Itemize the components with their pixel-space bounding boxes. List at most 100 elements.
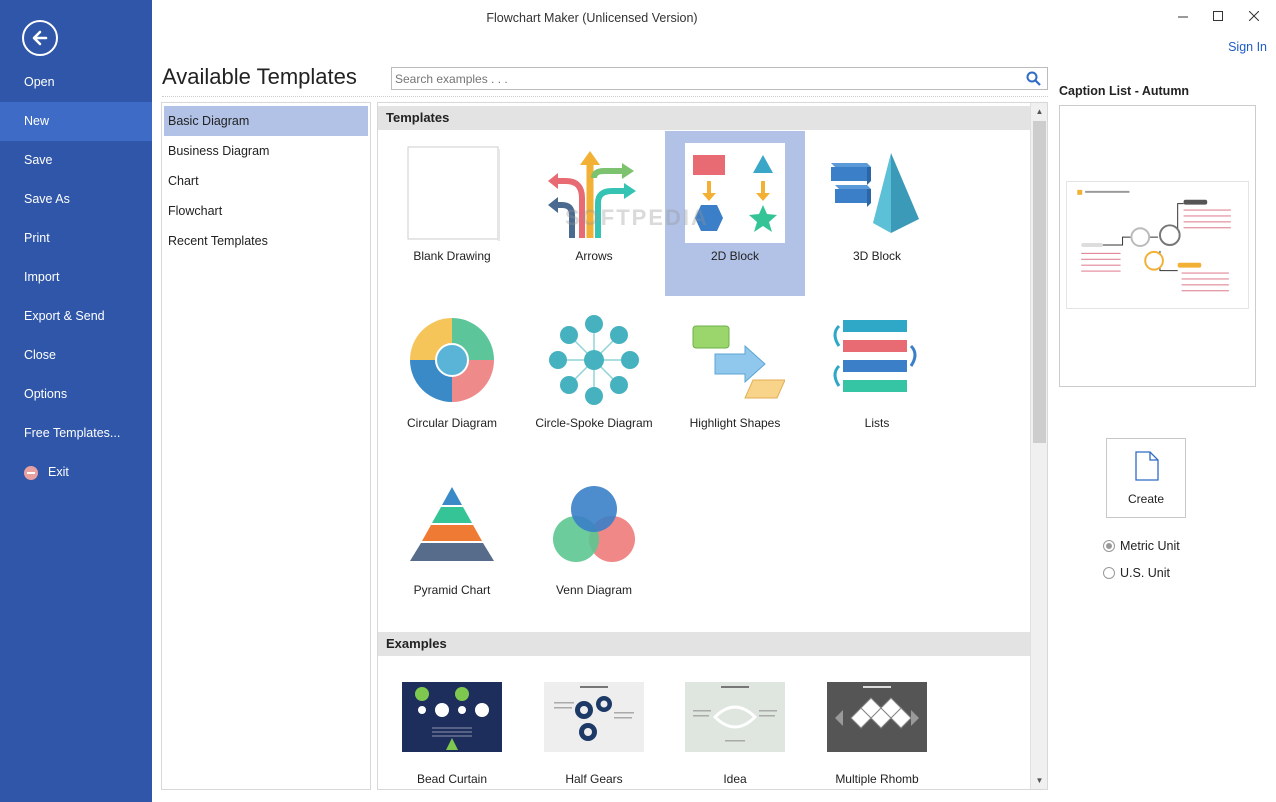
close-icon (1248, 10, 1260, 22)
3d-block-thumbnail (831, 153, 919, 233)
template-label: 3D Block (852, 249, 902, 263)
example-multiple-rhomb[interactable]: Multiple Rhomb (807, 682, 947, 789)
minimize-icon (1178, 16, 1188, 18)
menu-save-label: Save (24, 153, 53, 167)
idea-thumbnail (685, 682, 785, 752)
circular-diagram-thumbnail (410, 318, 494, 402)
blank-drawing-thumbnail (407, 146, 500, 241)
example-idea[interactable]: Idea (665, 682, 805, 789)
menu-close-label: Close (24, 348, 56, 362)
scroll-down-arrow-icon[interactable]: ▼ (1031, 772, 1047, 789)
template-label: Arrows (575, 249, 613, 263)
template-3d-block[interactable]: 3D Block (807, 131, 947, 296)
menu-new-label: New (24, 114, 50, 128)
category-recent-templates[interactable]: Recent Templates (164, 226, 368, 256)
template-label: Circular Diagram (406, 416, 498, 430)
menu-free-templates-label: Free Templates... (24, 426, 121, 440)
menu-import[interactable]: Import (0, 258, 152, 297)
template-venn-diagram[interactable]: Venn Diagram (524, 465, 664, 630)
metric-unit-label: Metric Unit (1120, 539, 1180, 553)
category-flowchart[interactable]: Flowchart (164, 196, 368, 226)
back-button[interactable] (22, 20, 58, 56)
template-label: Highlight Shapes (689, 416, 781, 430)
menu-exit-label: Exit (48, 465, 69, 479)
template-label: Circle-Spoke Diagram (535, 416, 653, 430)
example-label: Idea (723, 772, 747, 786)
menu-save-as-label: Save As (24, 192, 70, 206)
search-input[interactable] (392, 68, 1012, 89)
menu-save-as[interactable]: Save As (0, 180, 152, 219)
template-circular-diagram[interactable]: Circular Diagram (382, 298, 522, 463)
menu-options-label: Options (24, 387, 68, 401)
menu-export-send-label: Export & Send (24, 309, 105, 323)
radio-button[interactable] (1103, 540, 1115, 552)
menu-open-label: Open (24, 75, 55, 89)
template-pyramid-chart[interactable]: Pyramid Chart (382, 465, 522, 630)
templates-panel: Templates Blank Drawing Arrows 2D Block (377, 102, 1048, 790)
template-label: 2D Block (710, 249, 760, 263)
metric-unit-option[interactable]: Metric Unit (1103, 539, 1180, 553)
template-label: Blank Drawing (413, 249, 491, 263)
sign-in-link[interactable]: Sign In (1228, 40, 1267, 54)
menu-close[interactable]: Close (0, 336, 152, 375)
backstage-menu: Open New Save Save As Print Import Expor… (0, 63, 152, 492)
examples-section-header: Examples (378, 632, 1030, 656)
highlight-shapes-thumbnail (692, 325, 785, 399)
multiple-rhomb-thumbnail (827, 682, 927, 752)
back-arrow-icon (32, 30, 48, 46)
minimize-button[interactable] (1173, 6, 1193, 26)
maximize-icon (1213, 11, 1223, 21)
bead-curtain-thumbnail (402, 682, 502, 752)
backstage-sidebar: Open New Save Save As Print Import Expor… (0, 0, 152, 802)
radio-button[interactable] (1103, 567, 1115, 579)
menu-export-send[interactable]: Export & Send (0, 297, 152, 336)
template-lists[interactable]: Lists (807, 298, 947, 463)
window-title: Flowchart Maker (Unlicensed Version) (486, 11, 698, 25)
new-document-icon (1135, 451, 1159, 481)
template-blank-drawing[interactable]: Blank Drawing (382, 131, 522, 296)
maximize-button[interactable] (1208, 6, 1228, 26)
template-highlight-shapes[interactable]: Highlight Shapes (665, 298, 805, 463)
preview-title: Caption List - Autumn (1059, 84, 1190, 98)
templates-scrollbar[interactable]: ▲ ▼ (1030, 103, 1047, 789)
circle-spoke-thumbnail (549, 315, 639, 405)
create-button[interactable]: Create (1106, 438, 1186, 518)
example-label: Half Gears (565, 772, 623, 786)
exit-icon (24, 465, 38, 480)
half-gears-thumbnail (544, 682, 644, 752)
title-bar: Flowchart Maker (Unlicensed Version) (152, 0, 1276, 36)
template-circle-spoke-diagram[interactable]: Circle-Spoke Diagram (524, 298, 664, 463)
menu-print-label: Print (24, 231, 50, 245)
menu-import-label: Import (24, 270, 60, 284)
example-half-gears[interactable]: Half Gears (524, 682, 664, 789)
us-unit-label: U.S. Unit (1120, 566, 1171, 580)
example-label: Bead Curtain (416, 772, 488, 786)
menu-new[interactable]: New (0, 102, 152, 141)
scroll-up-arrow-icon[interactable]: ▲ (1031, 103, 1047, 120)
example-label: Multiple Rhomb (835, 772, 919, 786)
template-label: Venn Diagram (555, 583, 633, 597)
watermark: SOFTPEDIA (565, 205, 709, 230)
preview-image (1066, 181, 1249, 309)
category-basic-diagram[interactable]: Basic Diagram (164, 106, 368, 136)
menu-options[interactable]: Options (0, 375, 152, 414)
template-preview (1059, 105, 1256, 387)
menu-save[interactable]: Save (0, 141, 152, 180)
lists-thumbnail (833, 320, 917, 392)
menu-exit[interactable]: Exit (0, 453, 152, 492)
category-list: Basic Diagram Business Diagram Chart Flo… (161, 102, 371, 790)
separator (162, 96, 1048, 97)
template-label: Lists (864, 416, 890, 430)
page-title: Available Templates (162, 64, 357, 89)
menu-print[interactable]: Print (0, 219, 152, 258)
category-chart[interactable]: Chart (164, 166, 368, 196)
menu-open[interactable]: Open (0, 63, 152, 102)
example-bead-curtain[interactable]: Bead Curtain (382, 682, 522, 789)
us-unit-option[interactable]: U.S. Unit (1103, 566, 1170, 580)
category-business-diagram[interactable]: Business Diagram (164, 136, 368, 166)
menu-free-templates[interactable]: Free Templates... (0, 414, 152, 453)
search-icon[interactable] (1026, 71, 1041, 89)
close-button[interactable] (1244, 6, 1264, 26)
search-box (391, 67, 1048, 90)
scrollbar-thumb[interactable] (1033, 121, 1046, 443)
